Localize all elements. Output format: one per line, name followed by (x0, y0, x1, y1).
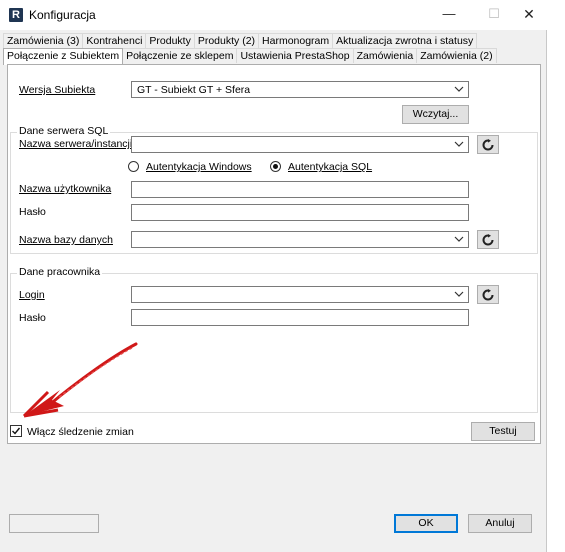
refresh-icon (482, 139, 494, 151)
maximize-button[interactable]: ☐ (480, 6, 508, 24)
sql-password-input[interactable] (131, 204, 469, 221)
employee-password-input[interactable] (131, 309, 469, 326)
ok-button[interactable]: OK (394, 514, 458, 533)
subiekt-version-value: GT - Subiekt GT + Sfera (137, 84, 251, 96)
title-bar: R Konfiguracja — ☐ ✕ (0, 0, 547, 30)
config-window: R Konfiguracja — ☐ ✕ Zamówienia (3) Kontr… (0, 0, 547, 552)
refresh-icon (482, 234, 494, 246)
auth-sql-label[interactable]: Autentykacja SQL (288, 161, 372, 173)
tab-aktualizacja[interactable]: Aktualizacja zwrotna i statusy (332, 33, 478, 48)
tab-polaczenie-sklep[interactable]: Połączenie ze sklepem (122, 48, 238, 63)
change-tracking-checkbox[interactable] (10, 425, 22, 437)
chevron-down-icon (454, 291, 464, 297)
tab-zamowienia-3[interactable]: Zamówienia (3) (3, 33, 84, 48)
test-button[interactable]: Testuj (471, 422, 535, 441)
status-field (9, 514, 99, 533)
change-tracking-label[interactable]: Włącz śledzenie zmian (27, 426, 134, 438)
tab-zamowienia[interactable]: Zamówienia (352, 48, 418, 63)
window-title: Konfiguracja (29, 8, 96, 22)
cancel-button[interactable]: Anuluj (468, 514, 532, 533)
employee-password-label: Hasło (19, 312, 46, 324)
username-label: Nazwa użytkownika (19, 183, 112, 195)
username-input[interactable] (131, 181, 469, 198)
login-label: Login (19, 289, 45, 301)
subiekt-version-select[interactable]: GT - Subiekt GT + Sfera (131, 81, 469, 98)
tab-produkty[interactable]: Produkty (145, 33, 195, 48)
app-logo-icon: R (9, 8, 23, 22)
server-name-label: Nazwa serwera/instancji (19, 138, 133, 150)
tab-panel: Wersja Subiekta GT - Subiekt GT + Sfera … (7, 64, 541, 444)
close-button[interactable]: ✕ (515, 6, 543, 24)
footer-bar: OK Anuluj (0, 505, 547, 552)
tab-row-1: Zamówienia (3) Kontrahenci Produkty Produkt… (3, 33, 478, 48)
chevron-down-icon (454, 86, 464, 92)
tab-zamowienia-2[interactable]: Zamówienia (2) (416, 48, 497, 63)
tab-polaczenie-subiekt[interactable]: Połączenie z Subiektem (3, 48, 124, 65)
database-name-select[interactable] (131, 231, 469, 248)
red-arrow-annotation (22, 342, 138, 418)
auth-sql-radio[interactable] (270, 161, 281, 172)
auth-windows-radio[interactable] (128, 161, 139, 172)
sql-group-title: Dane serwera SQL (17, 125, 111, 137)
tab-kontrahenci[interactable]: Kontrahenci (82, 33, 147, 48)
checkmark-icon (12, 427, 21, 435)
load-button[interactable]: Wczytaj... (402, 105, 469, 124)
tab-produkty-2[interactable]: Produkty (2) (193, 33, 260, 48)
chevron-down-icon (454, 236, 464, 242)
refresh-login-button[interactable] (477, 285, 499, 304)
database-name-label: Nazwa bazy danych (19, 234, 113, 246)
refresh-server-button[interactable] (477, 135, 499, 154)
auth-windows-label[interactable]: Autentykacja Windows (146, 161, 252, 173)
refresh-icon (482, 289, 494, 301)
subiekt-version-label: Wersja Subiekta (19, 84, 96, 96)
minimize-button[interactable]: — (435, 6, 463, 24)
employee-group-title: Dane pracownika (17, 266, 103, 278)
tab-ustawienia-prestashop[interactable]: Ustawienia PrestaShop (236, 48, 354, 63)
login-select[interactable] (131, 286, 469, 303)
server-name-select[interactable] (131, 136, 469, 153)
tab-row-2: Połączenie z Subiektem Połączenie ze skle… (3, 48, 497, 65)
tab-harmonogram[interactable]: Harmonogram (258, 33, 334, 48)
sql-password-label: Hasło (19, 206, 46, 218)
chevron-down-icon (454, 141, 464, 147)
refresh-database-button[interactable] (477, 230, 499, 249)
